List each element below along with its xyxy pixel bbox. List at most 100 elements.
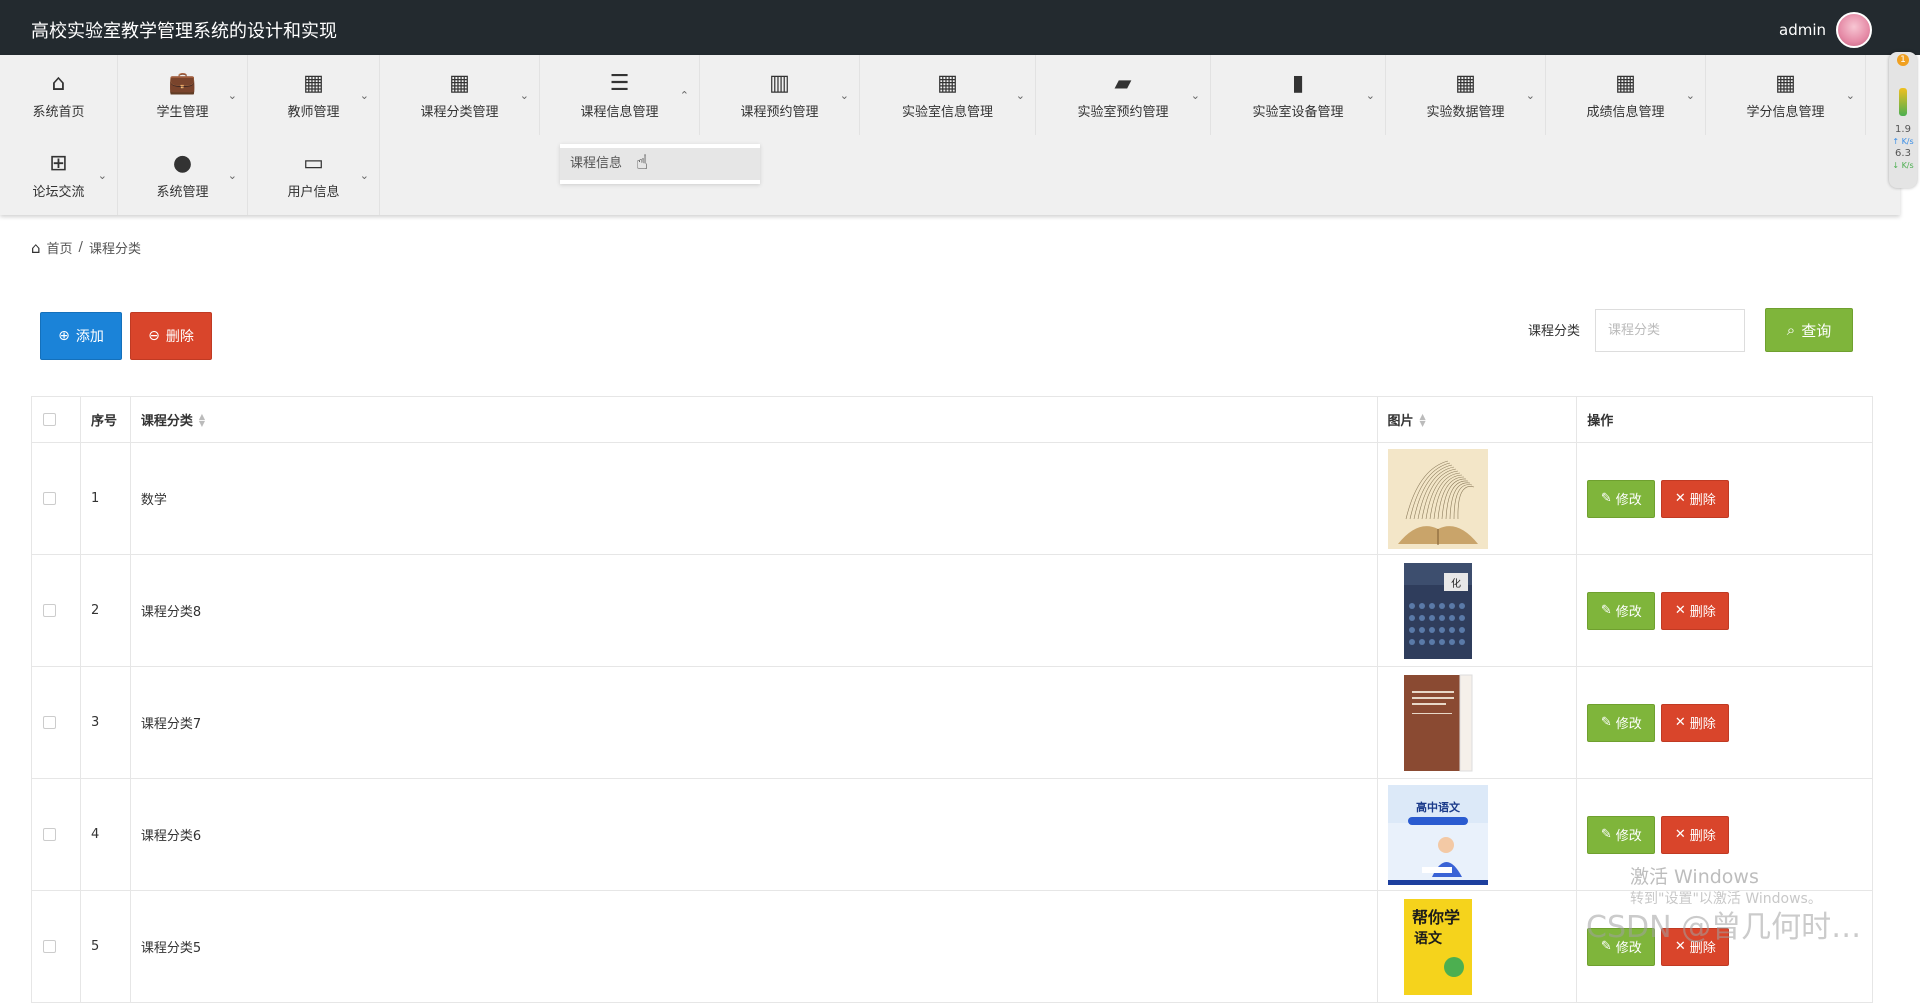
book-cover-image[interactable] bbox=[1387, 448, 1488, 549]
row-no-value: 1 bbox=[90, 491, 100, 506]
hand-cursor-icon: ☝ bbox=[636, 150, 649, 174]
delete-button[interactable]: ✕ 删除 bbox=[1661, 815, 1730, 854]
row-category-value: 课程分类7 bbox=[140, 717, 202, 732]
query-button-label: 查询 bbox=[1801, 321, 1832, 340]
query-button[interactable]: ⌕ 查询 bbox=[1765, 308, 1853, 352]
card-icon: ▭ bbox=[303, 150, 324, 176]
dropdown-item-course-info[interactable]: 课程信息 bbox=[560, 148, 760, 180]
main-nav: ⌂ 系统首页 💼 学生管理 ⌄ ▦ 教师管理 ⌄ ▦ 课程分类管理 ⌄ ☰ 课程信息管理 ⌃ ▥ 课程预约管理… bbox=[0, 55, 1900, 215]
row-checkbox[interactable] bbox=[43, 604, 56, 617]
edit-button[interactable]: ✎ 修改 bbox=[1587, 815, 1656, 854]
header-category[interactable]: 课程分类 ▲ ▼ bbox=[131, 397, 1378, 442]
grid-icon: ▦ bbox=[1775, 70, 1796, 96]
row-checkbox[interactable] bbox=[43, 492, 56, 505]
edit-button[interactable]: ✎ 修改 bbox=[1587, 591, 1656, 630]
nav-item-row1-2[interactable]: ▦ 教师管理 ⌄ bbox=[248, 55, 380, 135]
edit-icon: ✎ bbox=[1600, 827, 1612, 842]
edit-button[interactable]: ✎ 修改 bbox=[1587, 703, 1656, 742]
grid-icon: ▦ bbox=[1615, 70, 1636, 96]
chevron-down-icon: ⌄ bbox=[359, 89, 369, 102]
row-checkbox[interactable] bbox=[43, 940, 56, 953]
avatar[interactable] bbox=[1836, 12, 1872, 48]
batch-delete-label: 删除 bbox=[165, 329, 194, 345]
book-cover-image[interactable]: 高中语文 bbox=[1387, 784, 1488, 885]
nav-item-row1-1[interactable]: 💼 学生管理 ⌄ bbox=[118, 55, 248, 135]
search-input[interactable] bbox=[1595, 309, 1745, 352]
nav-item-label: 实验室预约管理 bbox=[1077, 104, 1169, 120]
nav-item-row1-0[interactable]: ⌂ 系统首页 bbox=[0, 55, 118, 135]
row-category: 课程分类7 bbox=[131, 667, 1378, 778]
header-action: 操作 bbox=[1577, 397, 1872, 442]
row-checkbox[interactable] bbox=[43, 828, 56, 841]
edit-button-label: 修改 bbox=[1615, 605, 1642, 620]
nav-item-label: 课程信息管理 bbox=[580, 104, 659, 120]
nav-item-row1-6[interactable]: ▦ 实验室信息管理 ⌄ bbox=[860, 55, 1036, 135]
add-button[interactable]: ⊕ 添加 bbox=[40, 312, 122, 360]
row-actions: ✎ 修改 ✕ 删除 bbox=[1577, 667, 1872, 778]
grid-icon: ▦ bbox=[1455, 70, 1476, 96]
breadcrumb-home[interactable]: 首页 bbox=[47, 238, 73, 257]
sort-icon[interactable]: ▲ ▼ bbox=[199, 412, 205, 427]
row-category-value: 课程分类5 bbox=[140, 941, 202, 956]
header-no: 序号 bbox=[81, 397, 131, 442]
nav-item-row1-3[interactable]: ▦ 课程分类管理 ⌄ bbox=[380, 55, 540, 135]
grid-icon: ▦ bbox=[449, 70, 470, 96]
edit-icon: ✎ bbox=[1600, 491, 1612, 506]
network-speed-widget[interactable]: 1 1.9 ↑ K/s 6.3 ↓ K/s bbox=[1889, 52, 1917, 188]
home-icon[interactable]: ⌂ bbox=[31, 239, 41, 257]
header-image[interactable]: 图片 ▲ ▼ bbox=[1378, 397, 1578, 442]
search-label: 课程分类 bbox=[1528, 324, 1581, 339]
delete-button[interactable]: ✕ 删除 bbox=[1661, 479, 1730, 518]
book-cover-image[interactable]: 帮你学 语文 bbox=[1387, 896, 1488, 997]
csdn-watermark: CSDN @曾几何时… bbox=[1586, 910, 1862, 945]
chevron-up-icon: ⌃ bbox=[679, 89, 689, 102]
nav-item-label: 系统首页 bbox=[32, 104, 85, 120]
batch-delete-button[interactable]: ⊖ 删除 bbox=[130, 312, 212, 360]
nav-item-row1-8[interactable]: ▮ 实验室设备管理 ⌄ bbox=[1211, 55, 1386, 135]
table-row: 3 课程分类7 ✎ 修改 ✕ 删除 bbox=[32, 667, 1872, 779]
book-cover-image[interactable]: 化 bbox=[1387, 560, 1488, 661]
nav-item-row2-2[interactable]: ▭ 用户信息 ⌄ bbox=[248, 135, 380, 215]
chevron-down-icon: ⌄ bbox=[519, 89, 529, 102]
row-checkbox-cell bbox=[32, 891, 81, 1002]
edit-button-label: 修改 bbox=[1615, 493, 1642, 508]
username[interactable]: admin bbox=[1779, 21, 1826, 39]
search-icon: ⌕ bbox=[1786, 321, 1796, 339]
header-no-label: 序号 bbox=[90, 414, 117, 429]
row-category: 数学 bbox=[131, 443, 1378, 554]
close-icon: ✕ bbox=[1674, 491, 1686, 506]
select-all-checkbox[interactable] bbox=[43, 413, 56, 426]
nav-item-row2-1[interactable]: ● 系统管理 ⌄ bbox=[118, 135, 248, 215]
row-no: 2 bbox=[81, 555, 131, 666]
sort-icon[interactable]: ▲ ▼ bbox=[1420, 412, 1426, 427]
row-no: 5 bbox=[81, 891, 131, 1002]
row-no-value: 3 bbox=[90, 715, 100, 730]
home-icon: ⌂ bbox=[51, 70, 66, 96]
nav-item-label: 课程分类管理 bbox=[420, 104, 499, 120]
table-row: 2 课程分类8 化 ✎ 修改 ✕ 删除 bbox=[32, 555, 1872, 667]
briefcase-icon: 💼 bbox=[168, 70, 197, 96]
breadcrumb-current: 课程分类 bbox=[88, 242, 141, 257]
nav-item-label: 教师管理 bbox=[287, 104, 340, 120]
header-action-label: 操作 bbox=[1587, 414, 1614, 429]
nav-item-row1-7[interactable]: ▰ 实验室预约管理 ⌄ bbox=[1036, 55, 1211, 135]
delete-button[interactable]: ✕ 删除 bbox=[1661, 591, 1730, 630]
nav-item-row1-5[interactable]: ▥ 课程预约管理 ⌄ bbox=[700, 55, 860, 135]
nav-item-row1-11[interactable]: ▦ 学分信息管理 ⌄ bbox=[1706, 55, 1866, 135]
delete-button[interactable]: ✕ 删除 bbox=[1661, 703, 1730, 742]
upload-speed: 1.9 bbox=[1895, 124, 1911, 135]
edit-button[interactable]: ✎ 修改 bbox=[1587, 479, 1656, 518]
nav-item-row2-0[interactable]: ⊞ 论坛交流 ⌄ bbox=[0, 135, 118, 215]
nav-item-row1-9[interactable]: ▦ 实验数据管理 ⌄ bbox=[1386, 55, 1546, 135]
user-box[interactable]: admin bbox=[1779, 12, 1872, 48]
nav-item-label: 实验数据管理 bbox=[1426, 104, 1505, 120]
chevron-down-icon: ⌄ bbox=[227, 169, 237, 182]
delete-button-label: 删除 bbox=[1689, 493, 1716, 508]
book-cover-image[interactable] bbox=[1387, 672, 1488, 773]
nav-item-row1-4[interactable]: ☰ 课程信息管理 ⌃ bbox=[540, 55, 700, 135]
chevron-down-icon: ⌄ bbox=[1685, 89, 1695, 102]
row-checkbox[interactable] bbox=[43, 716, 56, 729]
nav-item-row1-10[interactable]: ▦ 成绩信息管理 ⌄ bbox=[1546, 55, 1706, 135]
close-icon: ✕ bbox=[1674, 827, 1686, 842]
download-speed: 6.3 bbox=[1895, 148, 1911, 159]
